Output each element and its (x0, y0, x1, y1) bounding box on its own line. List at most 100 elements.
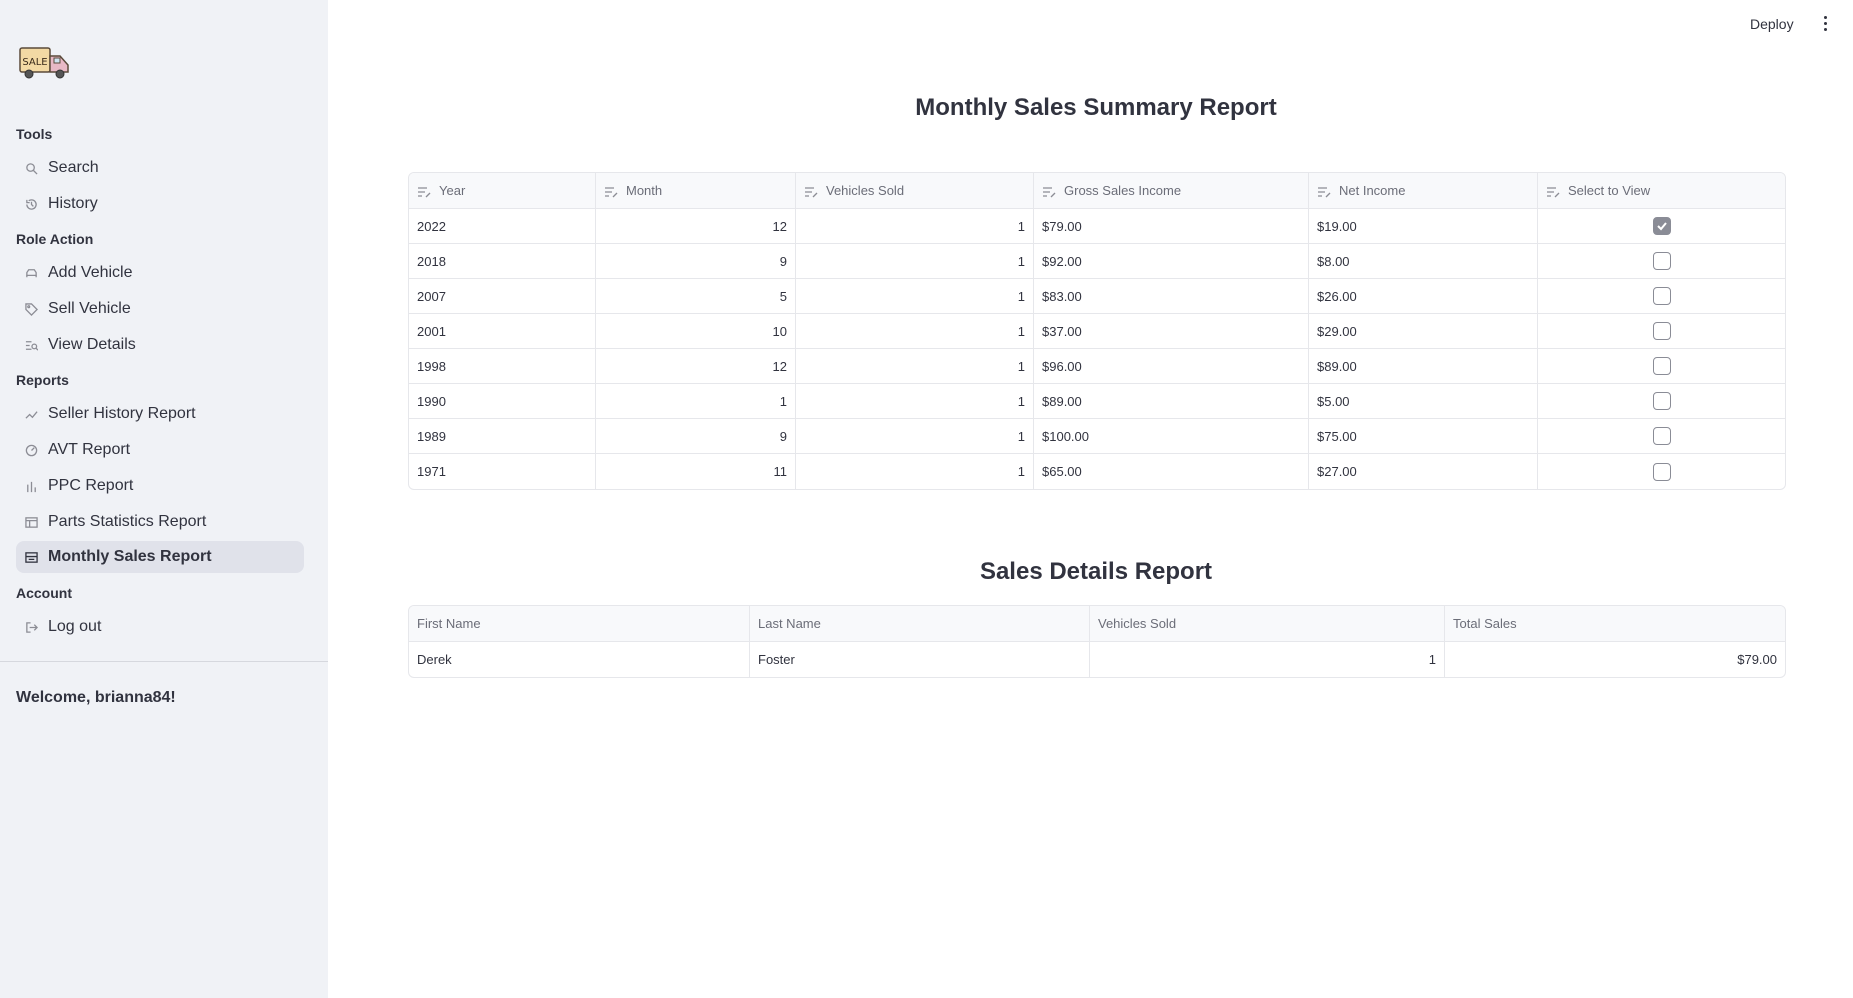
cell-select-to-view[interactable] (1538, 244, 1785, 279)
sidebar-item-sell-vehicle[interactable]: Sell Vehicle (16, 293, 304, 325)
cell-year[interactable]: 2001 (409, 314, 596, 349)
more-options-icon[interactable] (1818, 12, 1832, 34)
cell-vehicles-sold[interactable]: 1 (796, 244, 1034, 279)
welcome-message: Welcome, brianna84! (16, 689, 176, 706)
cell-select-to-view[interactable] (1538, 454, 1785, 489)
details-list-icon (24, 338, 38, 352)
summary-table: Year Month Vehicles Sold Gross Sales Inc… (408, 172, 1786, 490)
sidebar-item-search[interactable]: Search (16, 152, 304, 184)
cell-net-income[interactable]: $5.00 (1309, 384, 1538, 419)
table-row: 2001 10 1 $37.00 $29.00 (409, 314, 1785, 349)
sidebar-item-label: View Details (48, 336, 136, 353)
cell-month[interactable]: 10 (596, 314, 796, 349)
select-to-view-checkbox[interactable] (1652, 287, 1671, 305)
cell-vehicles-sold[interactable]: 1 (796, 419, 1034, 454)
select-to-view-checkbox[interactable] (1652, 322, 1671, 340)
cell-net-income[interactable]: $27.00 (1309, 454, 1538, 489)
select-to-view-checkbox[interactable] (1652, 357, 1671, 375)
cell-year[interactable]: 2022 (409, 209, 596, 244)
column-header-vehicles-sold[interactable]: Vehicles Sold (1090, 606, 1445, 642)
column-header-month[interactable]: Month (596, 173, 796, 209)
cell-vehicles-sold[interactable]: 1 (796, 279, 1034, 314)
cell-gross-sales-income[interactable]: $83.00 (1034, 279, 1309, 314)
cell-year[interactable]: 2007 (409, 279, 596, 314)
column-header-select-to-view[interactable]: Select to View (1538, 173, 1785, 209)
cell-year[interactable]: 1971 (409, 454, 596, 489)
cell-gross-sales-income[interactable]: $79.00 (1034, 209, 1309, 244)
column-header-total-sales[interactable]: Total Sales (1445, 606, 1785, 642)
cell-gross-sales-income[interactable]: $65.00 (1034, 454, 1309, 489)
cell-gross-sales-income[interactable]: $37.00 (1034, 314, 1309, 349)
cell-net-income[interactable]: $75.00 (1309, 419, 1538, 454)
cell-vehicles-sold[interactable]: 1 (796, 454, 1034, 489)
cell-vehicles-sold[interactable]: 1 (796, 314, 1034, 349)
cell-vehicles-sold[interactable]: 1 (1090, 642, 1445, 677)
cell-net-income[interactable]: $26.00 (1309, 279, 1538, 314)
cell-month[interactable]: 1 (596, 384, 796, 419)
sidebar-item-history[interactable]: History (16, 188, 304, 220)
cell-gross-sales-income[interactable]: $100.00 (1034, 419, 1309, 454)
select-to-view-checkbox[interactable] (1652, 462, 1671, 481)
sidebar-item-view-details[interactable]: View Details (16, 329, 304, 361)
cell-net-income[interactable]: $8.00 (1309, 244, 1538, 279)
cell-month[interactable]: 5 (596, 279, 796, 314)
cell-gross-sales-income[interactable]: $96.00 (1034, 349, 1309, 384)
cell-year[interactable]: 1998 (409, 349, 596, 384)
cell-last-name[interactable]: Foster (750, 642, 1090, 677)
table-row: 1990 1 1 $89.00 $5.00 (409, 384, 1785, 419)
sidebar-item-add-vehicle[interactable]: Add Vehicle (16, 257, 304, 289)
cell-gross-sales-income[interactable]: $89.00 (1034, 384, 1309, 419)
sidebar-item-avt-report[interactable]: AVT Report (16, 434, 304, 466)
sale-truck-logo: SALE (18, 44, 72, 82)
cell-select-to-view[interactable] (1538, 209, 1785, 244)
select-to-view-checkbox[interactable] (1652, 217, 1671, 235)
cell-year[interactable]: 1990 (409, 384, 596, 419)
cell-gross-sales-income[interactable]: $92.00 (1034, 244, 1309, 279)
cell-year[interactable]: 2018 (409, 244, 596, 279)
cell-select-to-view[interactable] (1538, 314, 1785, 349)
column-header-vehicles-sold[interactable]: Vehicles Sold (796, 173, 1034, 209)
sidebar-divider (0, 661, 328, 662)
cell-total-sales[interactable]: $79.00 (1445, 642, 1785, 677)
cell-select-to-view[interactable] (1538, 279, 1785, 314)
section-reports: Reports (16, 372, 69, 388)
cell-net-income[interactable]: $19.00 (1309, 209, 1538, 244)
select-to-view-checkbox[interactable] (1652, 427, 1671, 445)
cell-net-income[interactable]: $29.00 (1309, 314, 1538, 349)
cell-month[interactable]: 12 (596, 209, 796, 244)
sidebar-item-monthly-sales-report[interactable]: Monthly Sales Report (16, 541, 304, 573)
column-header-gross-sales-income[interactable]: Gross Sales Income (1034, 173, 1309, 209)
select-to-view-checkbox[interactable] (1652, 252, 1671, 270)
cell-select-to-view[interactable] (1538, 419, 1785, 454)
deploy-button[interactable]: Deploy (1744, 12, 1800, 36)
tag-icon (24, 302, 38, 316)
edit-column-icon (1042, 186, 1056, 198)
cell-vehicles-sold[interactable]: 1 (796, 209, 1034, 244)
cell-vehicles-sold[interactable]: 1 (796, 384, 1034, 419)
cell-year[interactable]: 1989 (409, 419, 596, 454)
sidebar-item-label: AVT Report (48, 441, 131, 458)
sidebar-item-parts-statistics-report[interactable]: Parts Statistics Report (16, 506, 304, 538)
sidebar-item-ppc-report[interactable]: PPC Report (16, 470, 304, 502)
sidebar-item-label: History (48, 195, 98, 212)
page-title: Monthly Sales Summary Report (915, 94, 1277, 121)
cell-select-to-view[interactable] (1538, 384, 1785, 419)
cell-month[interactable]: 11 (596, 454, 796, 489)
cell-month[interactable]: 9 (596, 419, 796, 454)
cell-month[interactable]: 12 (596, 349, 796, 384)
column-header-year[interactable]: Year (409, 173, 596, 209)
column-header-last-name[interactable]: Last Name (750, 606, 1090, 642)
section-role-action: Role Action (16, 231, 94, 247)
cell-net-income[interactable]: $89.00 (1309, 349, 1538, 384)
select-to-view-checkbox[interactable] (1652, 392, 1671, 410)
cell-vehicles-sold[interactable]: 1 (796, 349, 1034, 384)
table-row: Derek Foster 1 $79.00 (409, 642, 1785, 677)
sidebar-item-seller-history-report[interactable]: Seller History Report (16, 398, 304, 430)
cell-first-name[interactable]: Derek (409, 642, 750, 677)
column-header-first-name[interactable]: First Name (409, 606, 750, 642)
cell-select-to-view[interactable] (1538, 349, 1785, 384)
cell-month[interactable]: 9 (596, 244, 796, 279)
column-header-net-income[interactable]: Net Income (1309, 173, 1538, 209)
table-row: 1998 12 1 $96.00 $89.00 (409, 349, 1785, 384)
sidebar-item-logout[interactable]: Log out (16, 611, 304, 643)
